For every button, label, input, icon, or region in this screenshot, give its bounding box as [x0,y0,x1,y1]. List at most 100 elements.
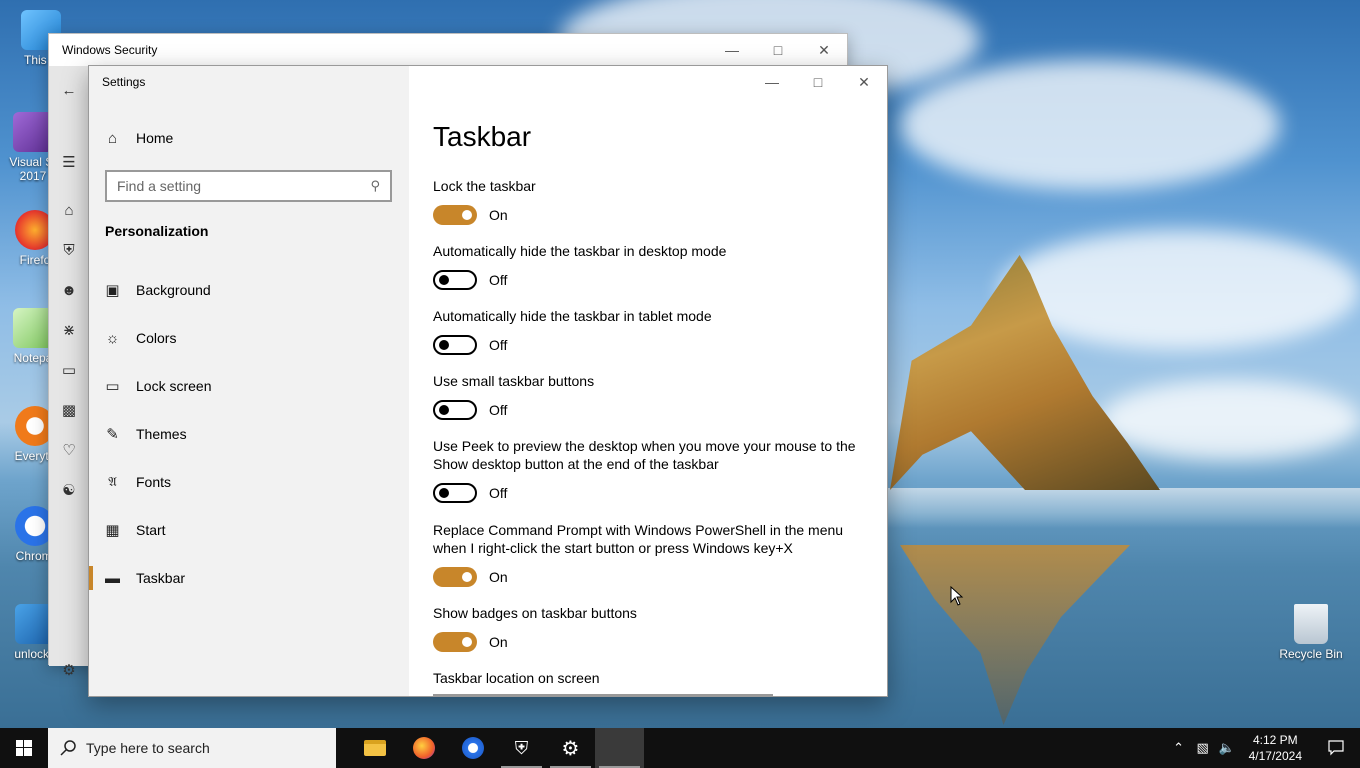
lock-taskbar-toggle[interactable] [433,205,477,225]
nav-item-background[interactable]: ▣ Background [89,270,409,310]
setting-lock-taskbar: Lock the taskbar On [433,177,873,225]
peek-toggle[interactable] [433,483,477,503]
nav-item-label: Taskbar [136,570,186,586]
setting-label: Use small taskbar buttons [433,373,595,389]
nav-item-themes[interactable]: ✎ Themes [89,414,409,454]
settings-window[interactable]: Settings ⌂ Home ⚲ Personalization ▣ Back… [88,65,888,697]
clock-time: 4:12 PM [1252,733,1298,747]
minimize-button[interactable]: — [749,66,795,98]
security-titlebar[interactable]: Windows Security — □ ✕ [49,34,847,66]
taskbar-firefox[interactable] [399,728,448,768]
nav-item-lock-screen[interactable]: ▭ Lock screen [89,366,409,406]
setting-peek: Use Peek to preview the desktop when you… [433,437,863,503]
page-title: Taskbar [433,121,532,152]
nav-item-label: Start [136,522,166,538]
cloud [1100,380,1360,460]
setting-autohide-tablet: Automatically hide the taskbar in tablet… [433,307,873,355]
taskbar-file-explorer[interactable] [350,728,399,768]
toggle-state: Off [489,337,508,353]
nav-item-label: Lock screen [136,378,212,394]
toggle-state: On [489,634,508,650]
volume-muted-icon[interactable]: 🔈 [1215,728,1239,768]
antenna-icon[interactable]: ⋇ [57,318,81,342]
toggle-state: On [489,207,508,223]
small-buttons-toggle[interactable] [433,400,477,420]
setting-label: Automatically hide the taskbar in tablet… [433,308,712,324]
desktop-icon-label: Notepa [13,351,53,365]
nav-item-start[interactable]: ▦ Start [89,510,409,550]
heart-icon[interactable]: ♡ [57,438,81,462]
family-icon[interactable]: ☯ [57,478,81,502]
start-button[interactable] [0,728,48,768]
nav-item-home[interactable]: ⌂ Home [89,118,409,158]
hamburger-menu-icon[interactable]: ☰ [57,150,81,174]
active-indicator [89,566,93,590]
system-tray: ⌃ ▧ 🔈 4:12 PM 4/17/2024 [1167,728,1360,768]
taskbar-search-box[interactable] [48,728,336,768]
clock[interactable]: 4:12 PM 4/17/2024 [1239,732,1312,764]
badges-toggle[interactable] [433,632,477,652]
search-input[interactable] [117,178,371,194]
powershell-toggle[interactable] [433,567,477,587]
chevron-up-icon[interactable]: ⌃ [1167,728,1191,768]
setting-autohide-desktop: Automatically hide the taskbar in deskto… [433,242,873,290]
nav-item-taskbar[interactable]: ▬ Taskbar [89,558,409,598]
setting-badges: Show badges on taskbar buttons On [433,604,873,652]
desktop-icon-label: Firefo [19,253,51,267]
desktop-icon-label: Recycle Bin [1279,647,1343,661]
nav-item-fonts[interactable]: 𝔄 Fonts [89,462,409,502]
person-icon[interactable]: ☻ [57,278,81,302]
section-heading: Personalization [105,223,209,239]
taskbar: ⛨ ⚙ ⌃ ▧ 🔈 4:12 PM 4/17/2024 [0,728,1360,768]
taskbar-settings[interactable]: ⚙ [546,728,595,768]
notepad-icon [13,308,53,348]
toggle-state: Off [489,272,508,288]
nav-item-colors[interactable]: ☼ Colors [89,318,409,358]
taskbar-location-dropdown[interactable] [433,694,773,696]
setting-label: Show badges on taskbar buttons [433,605,637,621]
setting-small-buttons: Use small taskbar buttons Off [433,372,873,420]
settings-nav-pane: Settings ⌂ Home ⚲ Personalization ▣ Back… [89,66,409,696]
notification-icon [1328,740,1344,756]
rock-reflection [900,545,1130,725]
shield-icon[interactable]: ⛨ [57,238,81,262]
laptop-icon[interactable]: ▩ [57,398,81,422]
maximize-button[interactable]: □ [795,66,841,98]
taskbar-windows-security[interactable]: ⛨ [497,728,546,768]
autohide-tablet-toggle[interactable] [433,335,477,355]
autohide-desktop-toggle[interactable] [433,270,477,290]
nav-item-label: Background [136,282,211,298]
home-icon[interactable]: ⌂ [57,198,81,222]
brush-icon: ✎ [106,426,119,443]
close-button[interactable]: ✕ [841,66,887,98]
search-icon: ⚲ [370,178,380,193]
nav-item-label: Home [136,130,174,146]
desktop-icon-recycle-bin[interactable]: Recycle Bin [1276,604,1346,661]
find-setting-search[interactable]: ⚲ [105,170,392,202]
settings-window-title: Settings [102,75,146,89]
close-button[interactable]: ✕ [801,34,847,66]
network-icon[interactable]: ▧ [1191,728,1215,768]
back-arrow-icon[interactable]: ← [57,78,81,102]
visual-studio-icon [13,112,53,152]
taskbar-chromium[interactable] [448,728,497,768]
taskbar-search-input[interactable] [86,740,306,756]
nav-item-label: Themes [136,426,187,442]
setting-label: Use Peek to preview the desktop when you… [433,438,856,472]
action-center-button[interactable] [1312,728,1360,768]
palette-icon: ☼ [105,329,120,347]
cloud [900,60,1280,190]
app-browser-icon[interactable]: ▭ [57,358,81,382]
windows-security-icon: ⛨ [514,737,529,758]
windows-logo-icon [16,740,32,756]
home-icon: ⌂ [107,129,118,147]
gear-icon[interactable]: ⚙ [57,658,81,682]
recycle-bin-icon [1294,604,1328,644]
toggle-state: On [489,569,508,585]
minimize-button[interactable]: — [709,34,755,66]
taskbar-active-app[interactable] [595,728,644,768]
taskbar-icon: ▬ [105,569,120,587]
maximize-button[interactable]: □ [755,34,801,66]
nav-item-label: Colors [136,330,177,346]
chromium-icon [461,737,484,759]
